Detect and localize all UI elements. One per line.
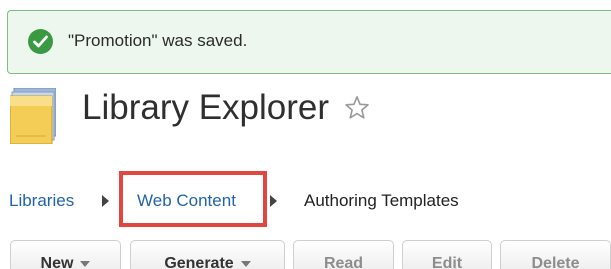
check-circle-icon	[28, 29, 53, 54]
chevron-down-icon	[80, 261, 91, 267]
star-outline-icon[interactable]	[343, 94, 371, 122]
read-button[interactable]: Read	[293, 240, 394, 269]
alert-message: "Promotion" was saved.	[68, 31, 248, 50]
new-button[interactable]: New	[10, 240, 121, 269]
page-title: Library Explorer	[82, 88, 330, 127]
breadcrumb-separator-icon	[270, 195, 277, 207]
delete-button-label: Delete	[531, 255, 580, 269]
new-button-label: New	[40, 255, 74, 269]
read-button-label: Read	[323, 255, 364, 269]
delete-button[interactable]: Delete	[500, 240, 611, 269]
edit-button-label: Edit	[431, 255, 463, 269]
edit-button[interactable]: Edit	[402, 240, 492, 269]
library-explorer-icon	[10, 88, 56, 144]
page: "Promotion" was saved. Library Explorer …	[0, 0, 611, 269]
highlight-box	[119, 171, 267, 227]
breadcrumb-item-libraries[interactable]: Libraries	[9, 190, 74, 212]
generate-button-label: Generate	[164, 255, 234, 269]
generate-button[interactable]: Generate	[130, 240, 285, 269]
success-alert: "Promotion" was saved.	[7, 10, 611, 74]
chevron-down-icon	[240, 261, 251, 267]
breadcrumb-separator-icon	[102, 195, 109, 207]
breadcrumb-item-authoring-templates: Authoring Templates	[304, 191, 459, 210]
